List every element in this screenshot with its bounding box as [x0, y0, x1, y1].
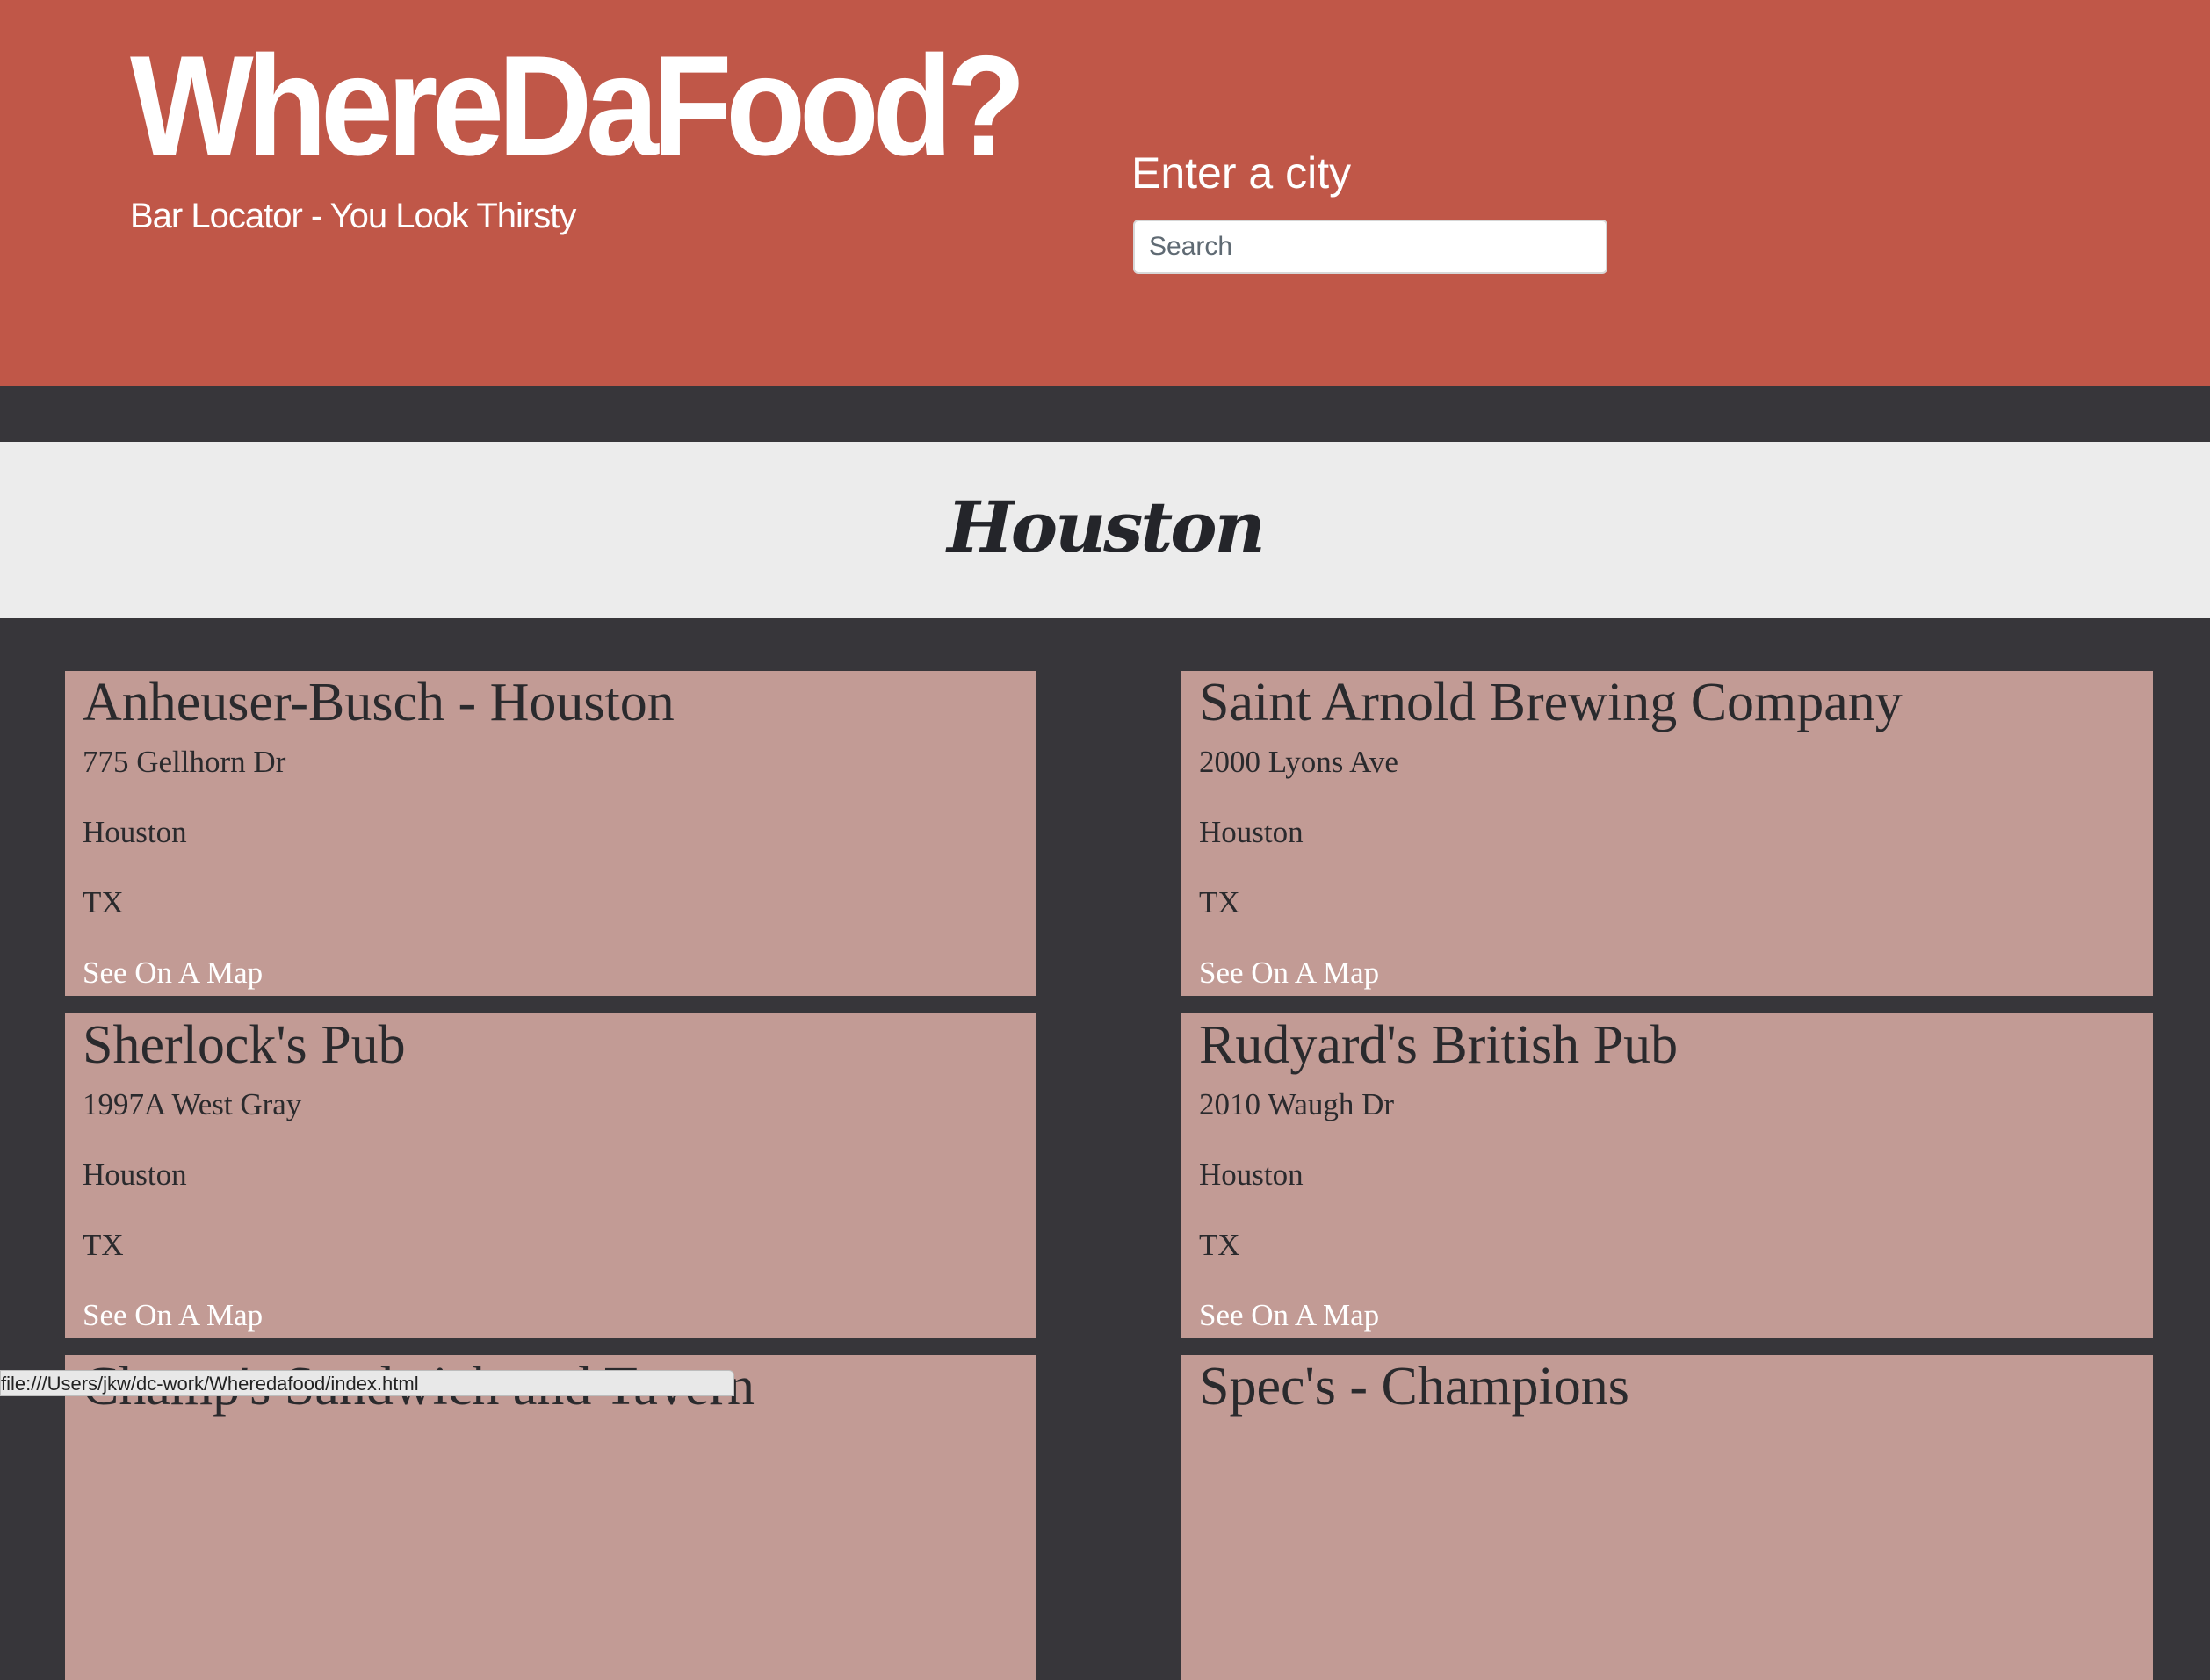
bar-name: Spec's - Champions — [1199, 1357, 1629, 1417]
city-search-label: Enter a city — [1131, 148, 1352, 198]
browser-status-bar: file:///Users/jkw/dc-work/Wheredafood/in… — [0, 1370, 734, 1396]
bar-city: Houston — [1199, 815, 1304, 849]
see-on-map-link[interactable]: See On A Map — [1199, 1298, 1379, 1333]
bar-state: TX — [1199, 885, 1240, 919]
bar-city: Houston — [83, 815, 187, 849]
city-search-input[interactable] — [1133, 220, 1607, 274]
bar-name: Saint Arnold Brewing Company — [1199, 673, 1903, 732]
site-header: WhereDaFood? Bar Locator - You Look Thir… — [0, 0, 2210, 386]
site-logo[interactable]: WhereDaFood? — [130, 35, 1026, 177]
bar-street: 1997A West Gray — [83, 1087, 302, 1121]
see-on-map-link[interactable]: See On A Map — [1199, 955, 1379, 991]
bar-city: Houston — [83, 1157, 187, 1192]
bar-state: TX — [83, 885, 124, 919]
bar-card: Saint Arnold Brewing Company 2000 Lyons … — [1181, 671, 2153, 996]
see-on-map-link[interactable]: See On A Map — [83, 955, 263, 991]
bar-name: Rudyard's British Pub — [1199, 1015, 1679, 1075]
site-tagline: Bar Locator - You Look Thirsty — [130, 197, 576, 235]
bar-card: Sherlock's Pub 1997A West Gray Houston T… — [65, 1013, 1036, 1338]
bar-name: Sherlock's Pub — [83, 1015, 406, 1075]
bar-card: Rudyard's British Pub 2010 Waugh Dr Hous… — [1181, 1013, 2153, 1338]
city-banner: Houston — [0, 442, 2210, 618]
bar-state: TX — [1199, 1228, 1240, 1262]
city-title: Houston — [947, 485, 1266, 568]
bar-city: Houston — [1199, 1157, 1304, 1192]
bar-street: 2010 Waugh Dr — [1199, 1087, 1395, 1121]
bar-card: Spec's - Champions — [1181, 1355, 2153, 1680]
bar-card: Anheuser-Busch - Houston 775 Gellhorn Dr… — [65, 671, 1036, 996]
bar-name: Anheuser-Busch - Houston — [83, 673, 675, 732]
bar-street: 2000 Lyons Ave — [1199, 745, 1398, 779]
see-on-map-link[interactable]: See On A Map — [83, 1298, 263, 1333]
bar-street: 775 Gellhorn Dr — [83, 745, 286, 779]
bar-state: TX — [83, 1228, 124, 1262]
bar-card: Champ's Sandwich and Tavern — [65, 1355, 1036, 1680]
